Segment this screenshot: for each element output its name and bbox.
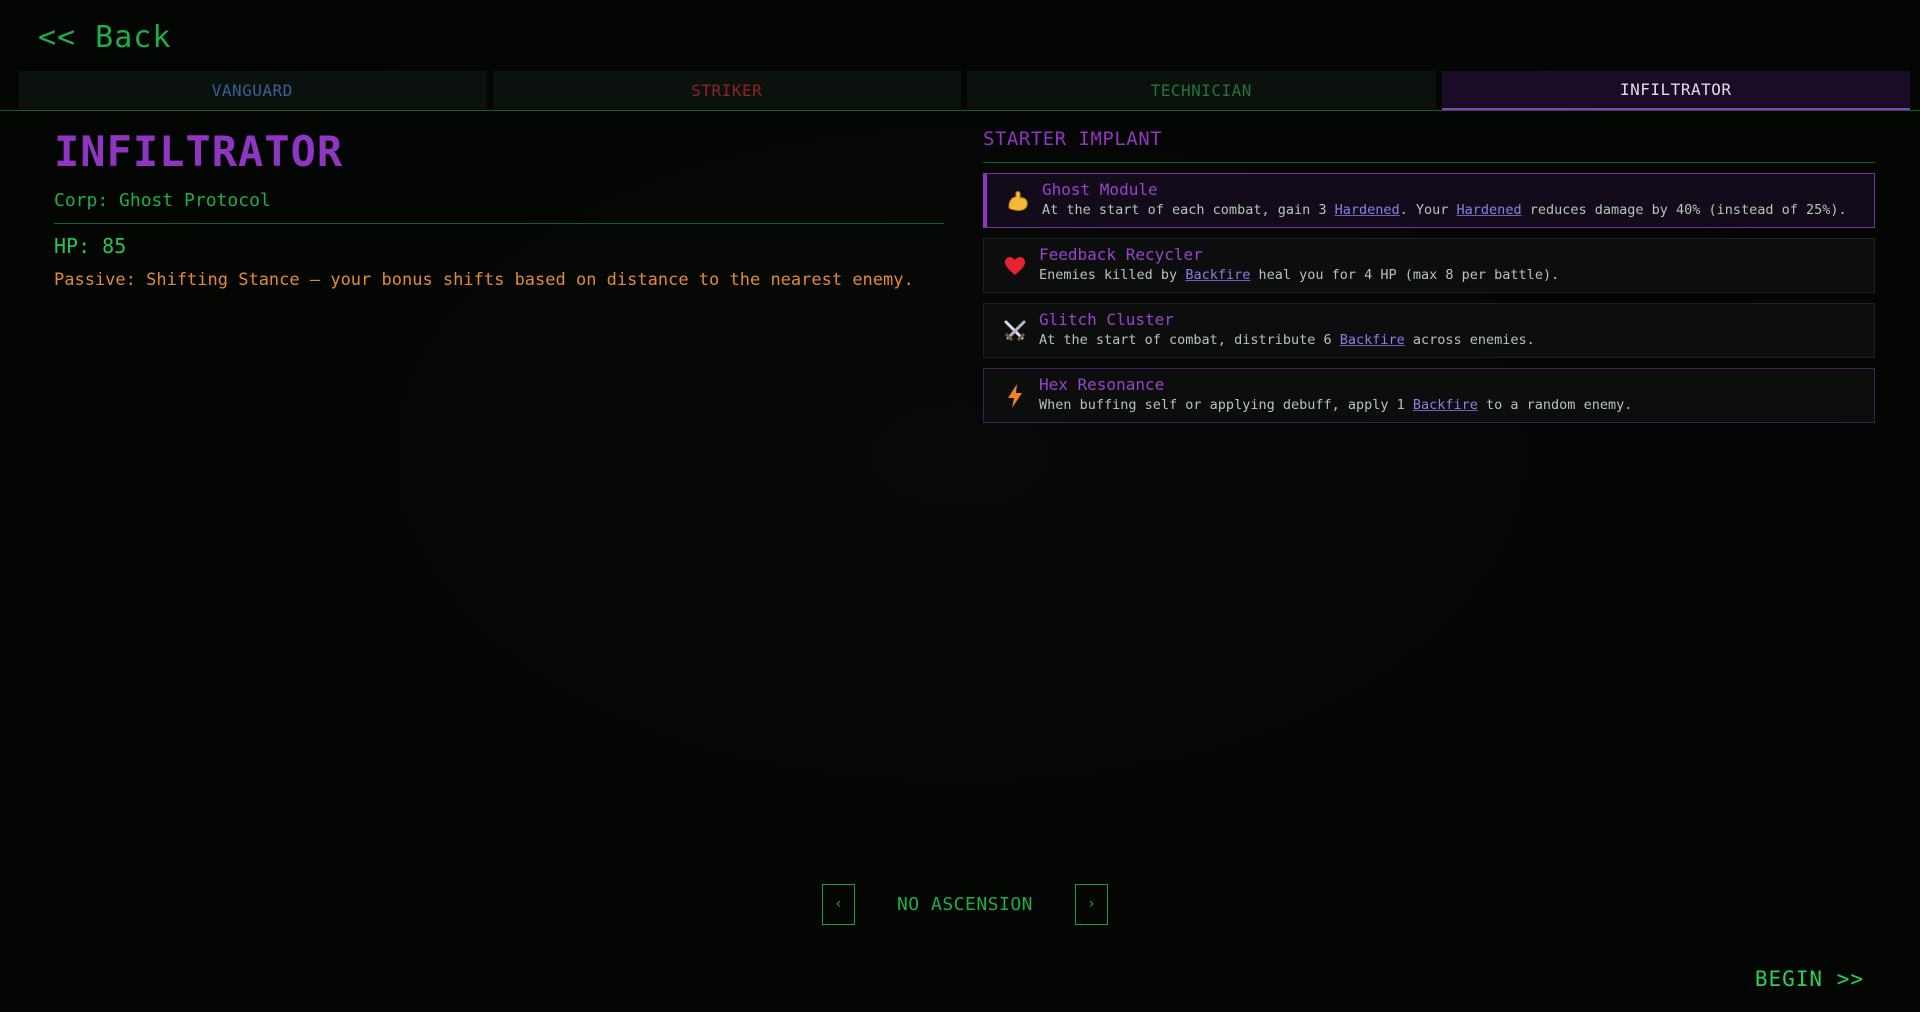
implant-description: At the start of combat, distribute 6 Bac… [1039, 332, 1535, 348]
begin-button[interactable]: BEGIN >> [1755, 967, 1864, 991]
ascension-prev-button[interactable]: ‹ [822, 883, 855, 925]
class-title: INFILTRATOR [54, 127, 344, 176]
ascension-selector: ‹ NO ASCENSION › [822, 883, 1108, 925]
implant-name: Feedback Recycler [1039, 245, 1203, 264]
passive-description: Passive: Shifting Stance — your bonus sh… [54, 270, 914, 290]
implant-section-title: STARTER IMPLANT [983, 128, 1163, 150]
back-button[interactable]: << Back [38, 20, 171, 55]
class-tabs: VANGUARD STRIKER TECHNICIAN INFILTRATOR [18, 71, 1910, 111]
tab-striker[interactable]: STRIKER [492, 71, 961, 109]
implant-option-feedback-recycler[interactable]: Feedback Recycler Enemies killed by Back… [983, 238, 1875, 293]
character-divider [54, 223, 944, 224]
implant-section-divider [983, 162, 1875, 163]
heart-icon [1000, 251, 1030, 281]
keyword-backfire[interactable]: Backfire [1340, 332, 1405, 348]
tab-vanguard[interactable]: VANGUARD [18, 71, 487, 109]
implant-option-hex-resonance[interactable]: Hex Resonance When buffing self or apply… [983, 368, 1875, 423]
implant-panel: STARTER IMPLANT Ghost Module At the star… [983, 128, 1875, 433]
tab-technician[interactable]: TECHNICIAN [967, 71, 1436, 109]
keyword-backfire[interactable]: Backfire [1413, 397, 1478, 413]
lightning-icon [1000, 381, 1030, 411]
character-panel: INFILTRATOR Corp: Ghost Protocol HP: 85 … [54, 128, 944, 290]
implant-name: Hex Resonance [1039, 375, 1165, 394]
hp-value: HP: 85 [54, 234, 127, 258]
tab-infiltrator[interactable]: INFILTRATOR [1441, 71, 1910, 111]
crossed-swords-icon [1000, 316, 1030, 346]
corp-label: Corp: Ghost Protocol [54, 190, 271, 211]
flexed-arm-icon [1003, 186, 1033, 216]
implant-description: When buffing self or applying debuff, ap… [1039, 397, 1633, 413]
keyword-hardened[interactable]: Hardened [1335, 202, 1400, 218]
implant-name: Glitch Cluster [1039, 310, 1174, 329]
implant-option-glitch-cluster[interactable]: Glitch Cluster At the start of combat, d… [983, 303, 1875, 358]
tab-divider [0, 110, 1920, 111]
implant-name: Ghost Module [1042, 180, 1158, 199]
ascension-next-button[interactable]: › [1074, 883, 1108, 925]
implant-option-ghost-module[interactable]: Ghost Module At the start of each combat… [983, 173, 1875, 228]
keyword-backfire[interactable]: Backfire [1185, 267, 1250, 283]
implant-description: Enemies killed by Backfire heal you for … [1039, 267, 1560, 283]
keyword-hardened[interactable]: Hardened [1457, 202, 1522, 218]
implant-description: At the start of each combat, gain 3 Hard… [1042, 202, 1847, 218]
implant-list: Ghost Module At the start of each combat… [983, 173, 1875, 423]
ascension-label: NO ASCENSION [896, 893, 1034, 915]
